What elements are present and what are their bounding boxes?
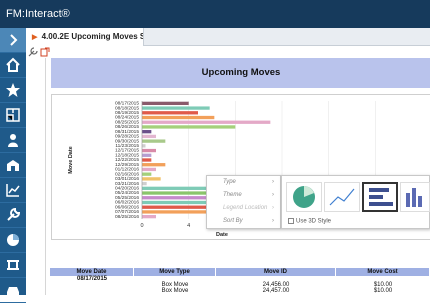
tab-bar: ▶ 4.00.2E Upcoming Moves Sched (26, 28, 430, 46)
bar (142, 172, 152, 176)
move-icon[interactable] (0, 253, 26, 278)
column-chart-option[interactable] (400, 182, 430, 212)
bar (142, 101, 189, 106)
chart-context-menu: Type › Theme › Legend Location › Sort By › (206, 175, 281, 229)
bar (142, 115, 215, 120)
pie-chart-option[interactable] (286, 182, 322, 212)
bar (142, 158, 152, 162)
move-cost-cell: $10.00 (373, 288, 393, 294)
tab-arrow-icon: ▶ (32, 34, 38, 41)
export-icon[interactable] (40, 47, 50, 57)
building-icon[interactable] (0, 153, 26, 178)
expand-icon[interactable] (0, 28, 26, 53)
x-tick-label: 0 (140, 223, 143, 229)
wrench-icon[interactable] (0, 203, 26, 228)
chevron-right-icon: › (272, 179, 274, 185)
wrench-tool-icon[interactable] (28, 47, 38, 57)
bar (142, 139, 166, 143)
report-toolbar (26, 46, 430, 58)
col-move-cost: Move Cost (336, 268, 430, 276)
menu-item-label: Legend Location (223, 205, 268, 211)
bar (142, 130, 152, 134)
bar (142, 214, 156, 219)
home-icon[interactable] (0, 53, 26, 78)
col-move-type: Move Type (134, 268, 216, 276)
tab-upcoming-moves[interactable]: ▶ 4.00.2E Upcoming Moves Sched (26, 28, 144, 46)
bar (142, 186, 212, 190)
menu-item-label: Theme (223, 192, 242, 198)
menu-item-legend-location: Legend Location › (207, 202, 280, 215)
report-title: Upcoming Moves (201, 67, 281, 78)
chevron-right-icon: › (272, 218, 274, 224)
bar (142, 111, 198, 115)
chevron-right-icon: › (272, 205, 274, 211)
line-chart-option[interactable] (324, 182, 360, 212)
pie-icon[interactable] (0, 228, 26, 253)
menu-item-label: Type (223, 179, 236, 185)
bar (142, 120, 271, 124)
bar (142, 148, 156, 153)
horizontal-bar-chart-option[interactable] (362, 182, 398, 212)
bar (142, 181, 147, 186)
x-tick-label: 4 (187, 223, 190, 229)
menu-item-theme[interactable]: Theme › (207, 189, 280, 202)
bar (142, 205, 215, 209)
menu-item-type[interactable]: Type › (207, 176, 280, 189)
move-id-cell: 24,457.00 (262, 288, 290, 294)
y-tick-label: 08/25/2016 (115, 214, 139, 220)
chart-type-gallery: Use 3D Style (281, 175, 430, 229)
bar (142, 106, 210, 110)
chevron-right-icon: › (272, 192, 274, 198)
move-type-cell: Box Move (161, 288, 189, 294)
table-header: Move Date Move Type Move ID Move Cost (50, 268, 430, 276)
menu-item-sort-by[interactable]: Sort By › (207, 215, 280, 228)
moves-table: Move Date Move Type Move ID Move Cost 08… (50, 268, 430, 294)
bar (142, 177, 161, 181)
x-axis-label: Date (216, 232, 228, 238)
tab-label: 4.00.2E Upcoming Moves Sched (41, 32, 143, 41)
bar (142, 163, 166, 167)
report-title-banner: Upcoming Moves (51, 58, 430, 88)
bar (142, 134, 156, 139)
app-title-bar: FM:Interact® (0, 0, 430, 28)
col-move-id: Move ID (216, 268, 336, 276)
bar (142, 144, 146, 148)
chart-icon[interactable] (0, 178, 26, 203)
car-icon[interactable] (0, 278, 26, 303)
star-icon[interactable] (0, 78, 26, 103)
table-row: Box Move 24,457.00 $10.00 (50, 288, 430, 294)
bar (142, 125, 236, 129)
person-icon[interactable] (0, 128, 26, 153)
floorplan-icon[interactable] (0, 103, 26, 128)
y-axis-label: Move Date (68, 146, 74, 174)
use-3d-style-checkbox[interactable]: Use 3D Style (288, 218, 331, 225)
bar (142, 167, 156, 172)
menu-item-label: Sort By (223, 218, 243, 224)
app-title: FM:Interact® (6, 8, 70, 20)
use-3d-style-label: Use 3D Style (296, 218, 332, 225)
sidebar (0, 28, 26, 303)
bar (142, 153, 152, 157)
col-move-date: Move Date (50, 268, 134, 276)
bar (142, 191, 208, 195)
